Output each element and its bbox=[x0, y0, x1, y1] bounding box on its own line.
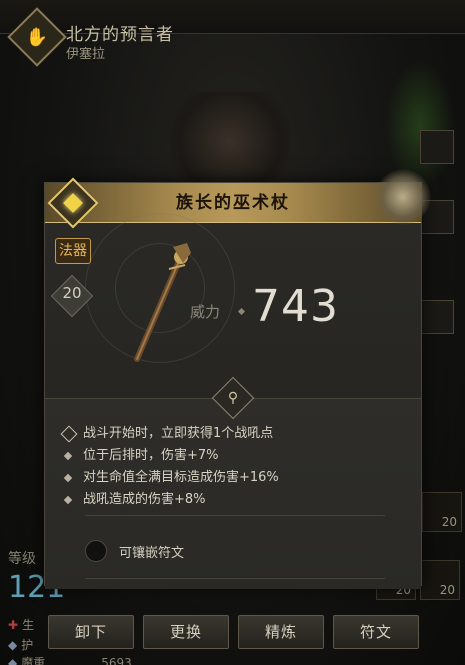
effect-text: 位于后排时，伤害+7% bbox=[83, 448, 219, 463]
magnifier-icon: ⚲ bbox=[227, 390, 239, 406]
skill-icon bbox=[60, 425, 78, 443]
replace-button[interactable]: 更换 bbox=[143, 615, 229, 649]
effect-text: 战吼造成的伤害+8% bbox=[83, 492, 206, 507]
weight-icon: ◆ bbox=[8, 656, 18, 665]
shield-icon: ◆ bbox=[8, 638, 18, 652]
stat-label: 生 bbox=[22, 618, 35, 632]
slot-level: 20 bbox=[439, 583, 455, 597]
power-value: 743 bbox=[252, 281, 339, 332]
side-slot[interactable]: 20 bbox=[420, 560, 460, 600]
side-equipment-icon[interactable] bbox=[420, 300, 454, 334]
bullet-icon bbox=[63, 451, 73, 461]
slot-level: 20 bbox=[441, 515, 457, 529]
power-label: 威力 bbox=[190, 303, 221, 321]
bullet-icon bbox=[63, 473, 73, 483]
effect-text: 对生命值全满目标造成伤害+16% bbox=[83, 470, 279, 485]
hero-name: 北方的预言者 bbox=[66, 25, 174, 45]
refine-button[interactable]: 精炼 bbox=[238, 615, 324, 649]
stat-value: 5693 bbox=[101, 656, 132, 665]
hand-icon: ✋ bbox=[25, 26, 49, 48]
effect-item: 对生命值全满目标造成伤害+16% bbox=[63, 467, 403, 489]
effect-item: 位于后排时，伤害+7% bbox=[63, 445, 403, 467]
divider bbox=[85, 578, 385, 579]
stat-row-hp: ✚ 生 bbox=[8, 616, 34, 633]
unequip-button[interactable]: 卸下 bbox=[48, 615, 134, 649]
side-slot[interactable]: 20 bbox=[422, 492, 462, 532]
rune-socket[interactable] bbox=[85, 540, 107, 562]
side-skill-icon[interactable] bbox=[420, 130, 454, 164]
rune-button[interactable]: 符文 bbox=[333, 615, 419, 649]
item-category-tag: 法器 bbox=[55, 238, 91, 264]
item-title: 族长的巫术杖 bbox=[176, 193, 290, 213]
stat-row-weight: ◆ 魔重 5693 bbox=[8, 654, 132, 665]
effect-text: 战斗开始时，立即获得1个战吼点 bbox=[83, 426, 274, 441]
effect-list: 战斗开始时，立即获得1个战吼点 位于后排时，伤害+7% 对生命值全满目标造成伤害… bbox=[60, 423, 403, 511]
stat-row-armor: ◆ 护 bbox=[8, 636, 33, 653]
bullet-icon bbox=[63, 495, 73, 505]
effect-item: 战斗开始时，立即获得1个战吼点 bbox=[60, 423, 403, 445]
hero-subtitle: 伊塞拉 bbox=[66, 47, 106, 62]
stat-label: 魔重 bbox=[21, 656, 46, 665]
socket-label: 可镶嵌符文 bbox=[119, 546, 185, 561]
heart-icon: ✚ bbox=[8, 618, 19, 632]
item-level: 20 bbox=[62, 284, 82, 302]
divider bbox=[85, 515, 385, 516]
stat-label: 护 bbox=[21, 638, 34, 652]
power-separator bbox=[237, 307, 246, 316]
item-detail-popup: 族长的巫术杖 法器 20 威力 743 ⚲ 战斗开始时，立即获得1个战吼点 位于… bbox=[44, 169, 431, 589]
effect-item: 战吼造成的伤害+8% bbox=[63, 489, 403, 511]
